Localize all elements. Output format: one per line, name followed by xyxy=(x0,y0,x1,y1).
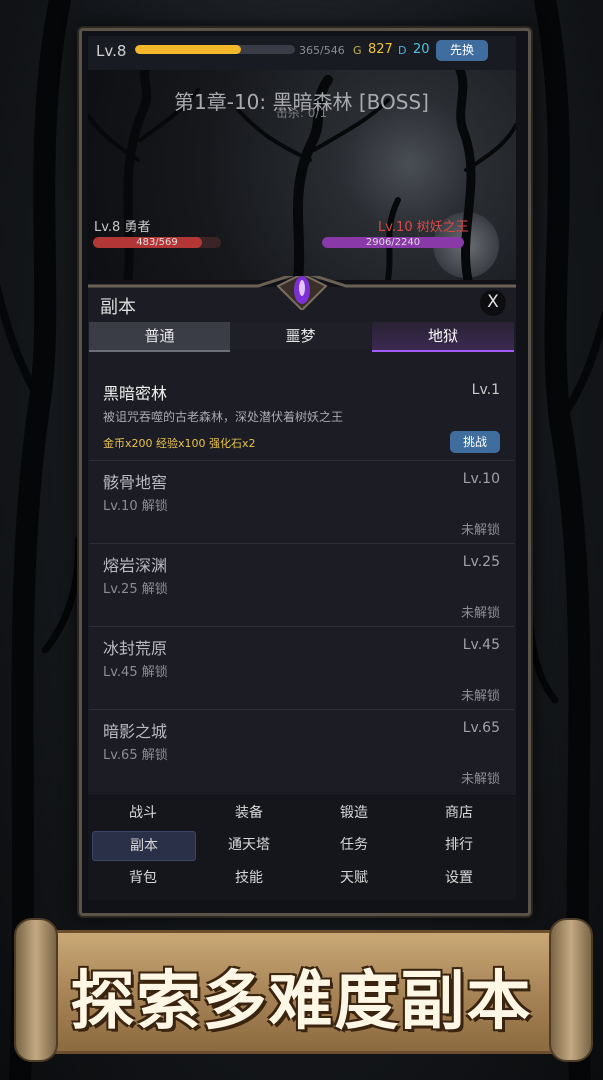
tab-nightmare[interactable]: 噩梦 xyxy=(230,322,371,350)
kill-counter: 击杀: 0/1 xyxy=(275,106,328,120)
boss-hp-text: 2906/2240 xyxy=(365,237,421,248)
banner-text: 探索多难度副本 xyxy=(70,965,533,1039)
unlock-requirement: Lv.45 解锁 xyxy=(103,665,168,680)
xp-bar xyxy=(135,45,295,54)
dungeon-name: 冰封荒原 xyxy=(103,639,168,658)
xp-text: 365/546 xyxy=(299,44,345,57)
lock-status: 未解锁 xyxy=(460,606,500,621)
nav-settings[interactable]: 设置 xyxy=(408,864,510,892)
boss-hp-bar: 2906/2240 xyxy=(322,237,464,248)
hero-hp-bar: 483/569 xyxy=(93,237,221,248)
hero-name: Lv.8 勇者 xyxy=(94,220,151,235)
nav-equipment[interactable]: 装备 xyxy=(198,799,300,827)
dungeon-name: 暗影之城 xyxy=(103,722,168,741)
dungeon-description: 被诅咒吞噬的古老森林，深处潜伏着树妖之王 xyxy=(103,410,344,424)
exchange-button[interactable]: 先换 xyxy=(436,40,488,61)
hero-hp-text: 483/569 xyxy=(136,237,178,248)
dungeon-level: Lv.1 xyxy=(471,382,500,398)
dungeon-name: 熔岩深渊 xyxy=(103,556,168,575)
lock-status: 未解锁 xyxy=(460,772,500,787)
nav-talents[interactable]: 天赋 xyxy=(303,864,405,892)
purple-gem-icon xyxy=(88,276,516,310)
boss-name: Lv.10 树妖之王 xyxy=(378,220,469,235)
close-button[interactable]: X xyxy=(480,290,506,316)
unlock-requirement: Lv.65 解锁 xyxy=(103,748,168,763)
dungeon-level: Lv.65 xyxy=(462,720,500,736)
tab-hell[interactable]: 地狱 xyxy=(372,322,514,352)
gold-amount: 827 xyxy=(368,42,393,57)
dungeon-card[interactable]: 黑暗密林 Lv.1 被诅咒吞噬的古老森林，深处潜伏着树妖之王 金币x200 经验… xyxy=(89,366,514,461)
dungeon-name: 骸骨地窖 xyxy=(103,473,168,492)
xp-bar-fill xyxy=(135,45,242,54)
panel-title: 副本 xyxy=(100,297,136,318)
nav-forge[interactable]: 锻造 xyxy=(303,799,405,827)
nav-battle[interactable]: 战斗 xyxy=(92,799,194,827)
nav-quests[interactable]: 任务 xyxy=(303,831,405,859)
unlock-requirement: Lv.10 解锁 xyxy=(103,499,168,514)
nav-shop[interactable]: 商店 xyxy=(408,799,510,827)
dungeon-level: Lv.10 xyxy=(462,471,500,487)
nav-ranking[interactable]: 排行 xyxy=(408,831,510,859)
challenge-button[interactable]: 挑战 xyxy=(450,431,500,453)
dungeon-level: Lv.45 xyxy=(462,637,500,653)
nav-tower[interactable]: 通天塔 xyxy=(198,831,300,859)
nav-bag[interactable]: 背包 xyxy=(92,864,194,892)
dungeon-name: 黑暗密林 xyxy=(103,384,168,403)
dungeon-card[interactable]: 骸骨地窖 Lv.10 Lv.10 解锁 未解锁 xyxy=(89,461,514,544)
unlock-requirement: Lv.25 解锁 xyxy=(103,582,168,597)
diamond-amount: 20 xyxy=(413,42,430,57)
diamond-icon: D xyxy=(398,44,407,57)
player-level: Lv.8 xyxy=(96,42,127,60)
dungeon-level: Lv.25 xyxy=(462,554,500,570)
dungeon-card[interactable]: 熔岩深渊 Lv.25 Lv.25 解锁 未解锁 xyxy=(89,544,514,627)
tab-normal[interactable]: 普通 xyxy=(89,322,230,352)
lock-status: 未解锁 xyxy=(460,689,500,704)
dungeon-card[interactable]: 冰封荒原 Lv.45 Lv.45 解锁 未解锁 xyxy=(89,627,514,710)
dungeon-rewards: 金币x200 经验x100 强化石x2 xyxy=(103,437,256,450)
nav-dungeon[interactable]: 副本 xyxy=(92,831,196,861)
lock-status: 未解锁 xyxy=(460,523,500,538)
gold-icon: G xyxy=(353,44,362,57)
nav-skills[interactable]: 技能 xyxy=(198,864,300,892)
dungeon-card[interactable]: 暗影之城 Lv.65 Lv.65 解锁 未解锁 xyxy=(89,710,514,792)
